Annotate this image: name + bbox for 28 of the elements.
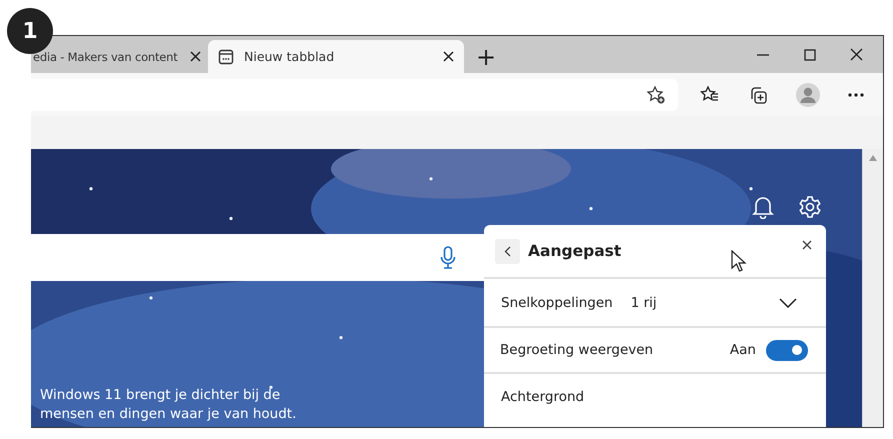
address-field[interactable] [31,78,678,110]
bell-icon[interactable] [752,195,774,219]
chevron-down-icon [779,298,797,308]
row-label: Snelkoppelingen [501,294,613,310]
close-icon[interactable] [850,48,863,61]
toggle-state: Aan [730,342,756,358]
close-icon[interactable] [802,240,812,250]
add-favorite-icon[interactable] [646,84,666,104]
page-icon [218,48,234,64]
section-heading: Achtergrond [501,388,584,404]
more-icon[interactable] [848,92,864,96]
browser-tab[interactable]: Nieuw tabblad [208,40,464,73]
microphone-icon[interactable] [440,246,456,270]
avatar-icon[interactable] [796,82,820,106]
settings-icon[interactable] [798,195,822,219]
maximize-icon[interactable] [804,48,816,60]
dropdown-value: 1 rij [630,294,657,310]
back-button[interactable] [495,238,520,264]
dropdown[interactable]: Snelkoppelingen 1 rij [484,279,826,328]
cursor-icon [731,250,748,272]
close-icon[interactable] [190,51,201,62]
chevron-left-icon [504,246,511,256]
close-icon[interactable] [443,51,454,62]
panel-title: Aangepast [528,242,622,260]
new-tab-button[interactable]: + [468,40,504,73]
row-label: Begroeting weergeven [500,342,654,358]
toggle-switch[interactable] [766,340,808,360]
caption-text: Windows 11 brengt je dichter bij de mensen en dingen waar je van houdt. [39,386,298,424]
